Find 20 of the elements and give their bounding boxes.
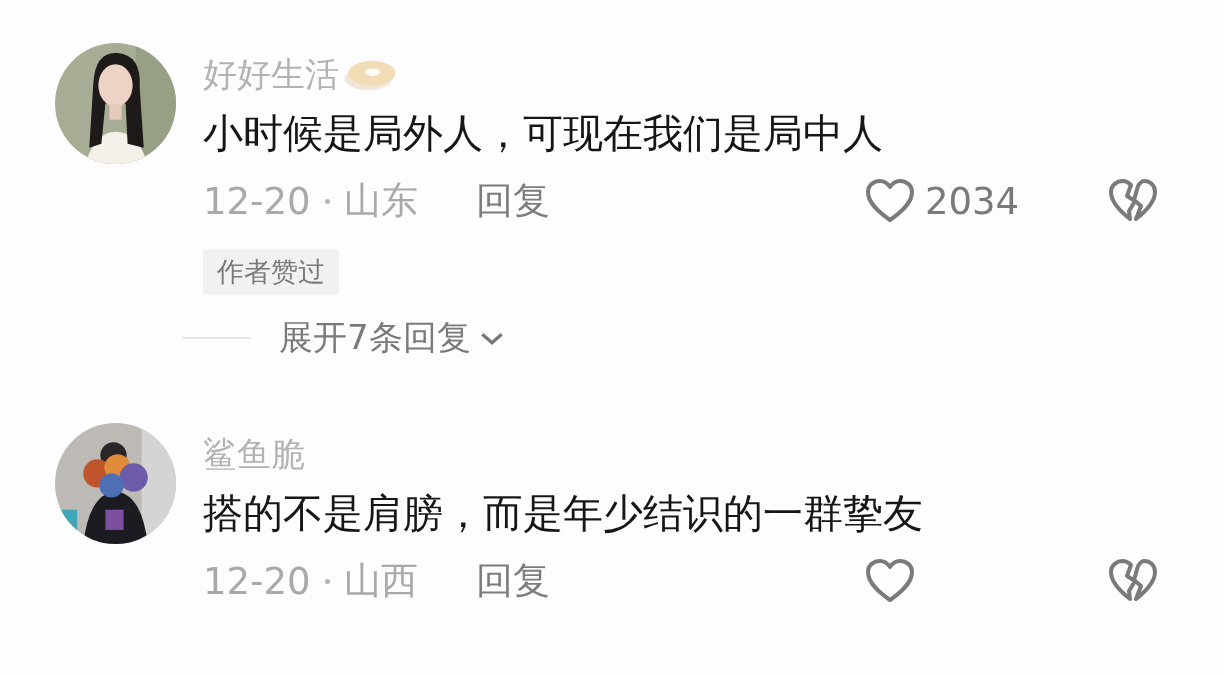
heart-icon[interactable]: [865, 558, 915, 604]
broken-heart-icon[interactable]: [1108, 558, 1158, 604]
like-count: 2034: [925, 179, 1020, 223]
comment-date: 12-20: [203, 559, 311, 603]
comment-text: 小时候是局外人，可现在我们是局中人: [203, 109, 883, 158]
broken-heart-icon[interactable]: [1108, 178, 1158, 224]
separator-dot: [324, 578, 330, 584]
user-name[interactable]: 好好生活: [203, 52, 339, 98]
comment-location: 山西: [343, 558, 418, 604]
comment-location: 山东: [343, 178, 418, 224]
reply-button[interactable]: 回复: [475, 556, 550, 606]
separator-dot: [324, 198, 330, 204]
comment-text: 搭的不是肩膀，而是年少结识的一群挚友: [203, 489, 923, 538]
author-liked-tag: 作者赞过: [203, 249, 339, 295]
reply-button[interactable]: 回复: [475, 176, 550, 226]
heart-icon[interactable]: [865, 178, 915, 224]
user-name[interactable]: 鲨鱼脆: [203, 432, 305, 478]
chevron-down-icon: [478, 330, 505, 346]
expand-replies-button[interactable]: 展开7条回复: [279, 315, 505, 361]
comment-date: 12-20: [203, 179, 311, 223]
